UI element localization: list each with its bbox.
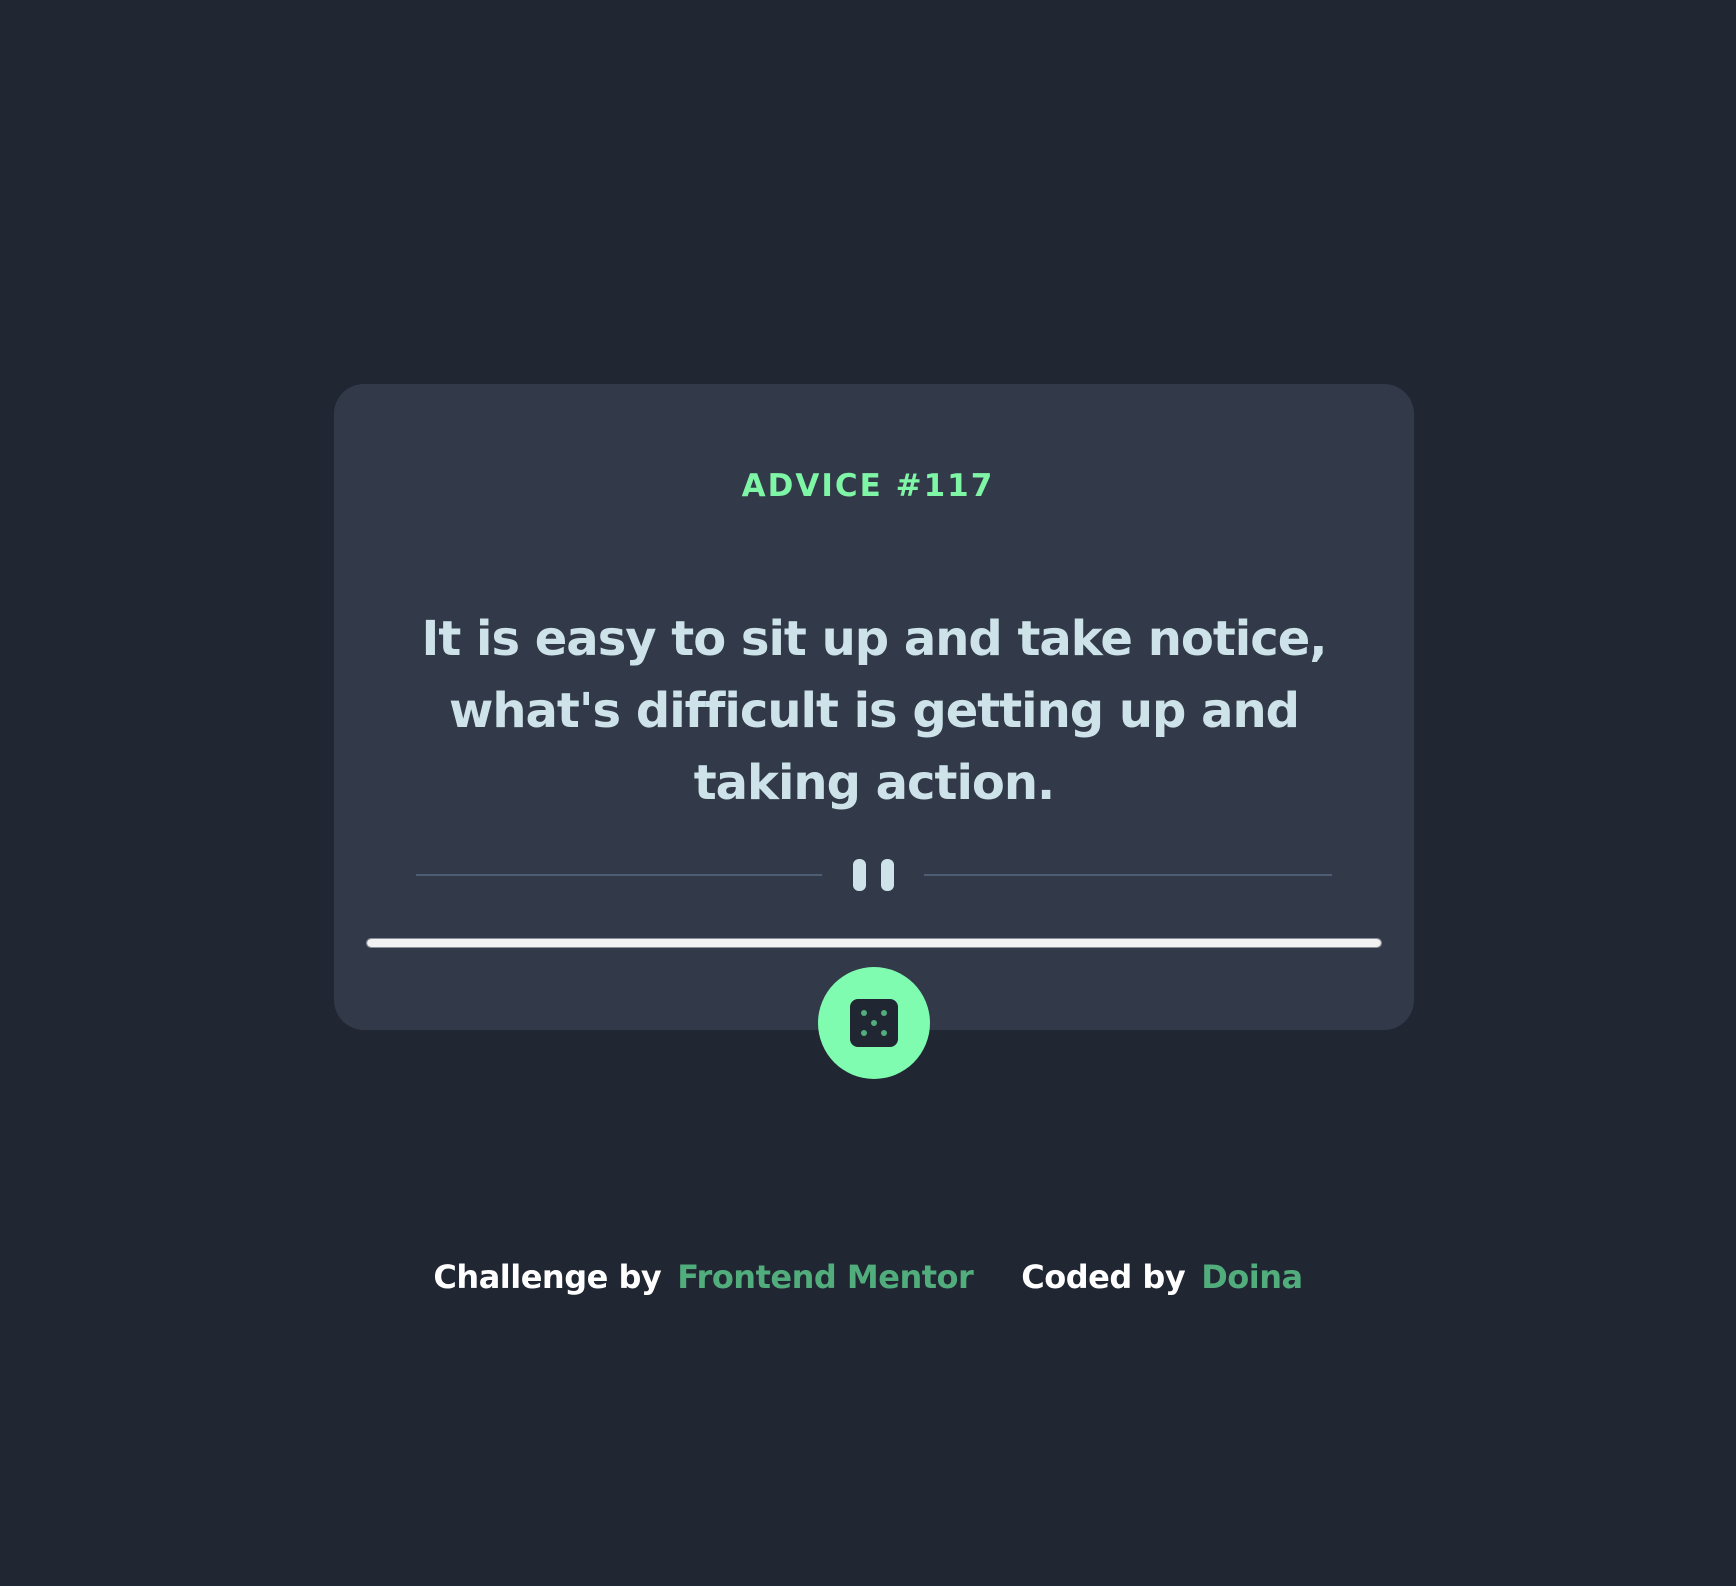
frontend-mentor-link[interactable]: Frontend Mentor: [677, 1258, 974, 1296]
progress-bar: [366, 938, 1382, 948]
coded-by-prefix: Coded by: [1021, 1258, 1186, 1296]
pause-icon-bar: [881, 859, 894, 891]
dice-icon: [850, 999, 898, 1047]
page: ADVICE #117 It is easy to sit up and tak…: [0, 0, 1736, 1586]
divider-line-left: [416, 874, 822, 876]
advice-id-label: ADVICE #117: [741, 468, 995, 504]
challenge-prefix: Challenge by: [433, 1258, 662, 1296]
pause-icon: [853, 859, 866, 891]
advice-quote: It is easy to sit up and take notice, wh…: [421, 611, 1328, 811]
author-link[interactable]: Doina: [1201, 1258, 1303, 1296]
new-advice-button[interactable]: [818, 967, 930, 1079]
progress-fill: [367, 939, 1381, 947]
attribution-footer: Challenge by Frontend Mentor Coded by Doina: [0, 1258, 1736, 1296]
divider-line-right: [924, 874, 1332, 876]
